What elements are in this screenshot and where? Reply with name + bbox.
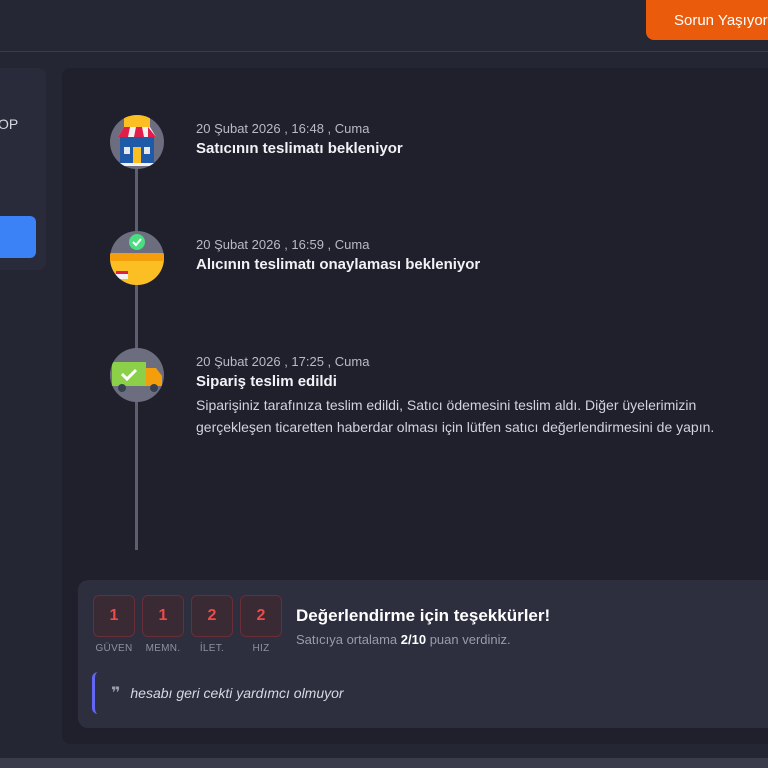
thanks-title: Değerlendirme için teşekkürler!	[296, 606, 551, 625]
step-title: Sipariş teslim edildi	[196, 373, 337, 390]
quote-icon: ❞	[111, 685, 121, 702]
step-date: 20 Şubat 2026 , 17:25 , Cuma	[196, 354, 370, 369]
score-label: GÜVEN	[95, 643, 133, 654]
rating-summary-card: 1 GÜVEN 1 MEMN. 2 İLET. 2 HIZ Değerlendirme …	[78, 580, 768, 728]
step-date: 20 Şubat 2026 , 16:48 , Cuma	[196, 121, 370, 136]
step-description-line: Siparişiniz tarafınıza teslim edildi, Sa…	[196, 397, 697, 413]
report-problem-button[interactable]: Sorun Yaşıyorum	[646, 0, 768, 40]
score-label: İLET.	[199, 643, 225, 654]
top-header: Sorun Yaşıyorum	[0, 0, 768, 52]
score-satisfaction: 1 MEMN.	[142, 595, 184, 654]
step-description-line: gerçekleşen ticaretten haberdar olması i…	[196, 419, 715, 435]
score-label: HIZ	[252, 643, 270, 654]
report-button-label: Sorun Yaşıyorum	[674, 11, 768, 29]
step-title: Alıcının teslimatı onaylaması bekleniyor	[196, 256, 481, 273]
step-date: 20 Şubat 2026 , 16:59 , Cuma	[196, 237, 370, 252]
average-score: 2/10	[400, 632, 427, 647]
store-icon	[110, 115, 164, 169]
comment-text: hesabı geri cekti yardımcı olmuyor	[130, 685, 344, 701]
bottom-bar	[0, 758, 768, 768]
score-value: 2	[191, 595, 233, 637]
left-panel-text: OP	[0, 116, 19, 132]
rating-thanks: Değerlendirme için teşekkürler! Satıcıya…	[296, 606, 550, 647]
score-trust: 1 GÜVEN	[93, 595, 135, 654]
step-description: Siparişiniz tarafınıza teslim edildi, Sa…	[196, 394, 714, 438]
left-panel: OP	[0, 68, 46, 270]
score-speed: 2 HIZ	[240, 595, 282, 654]
score-label: MEMN.	[145, 643, 181, 654]
step-title: Satıcının teslimatı bekleniyor	[196, 140, 403, 157]
rating-scores: 1 GÜVEN 1 MEMN. 2 İLET. 2 HIZ	[93, 595, 282, 654]
delivery-truck-icon	[110, 348, 164, 402]
thanks-subtitle: Satıcıya ortalama 2/10 puan verdiniz.	[296, 632, 550, 647]
score-value: 1	[142, 595, 184, 637]
rating-comment: ❞ hesabı geri cekti yardımcı olmuyor	[92, 672, 768, 714]
box-check-icon	[110, 231, 164, 285]
score-value: 2	[240, 595, 282, 637]
order-timeline-panel: 20 Şubat 2026 , 16:48 , Cuma Satıcının t…	[62, 68, 768, 744]
score-value: 1	[93, 595, 135, 637]
primary-action-button[interactable]	[0, 216, 36, 258]
subtitle-text: Satıcıya ortalama	[296, 632, 401, 647]
subtitle-text: puan verdiniz.	[426, 632, 511, 647]
score-communication: 2 İLET.	[191, 595, 233, 654]
